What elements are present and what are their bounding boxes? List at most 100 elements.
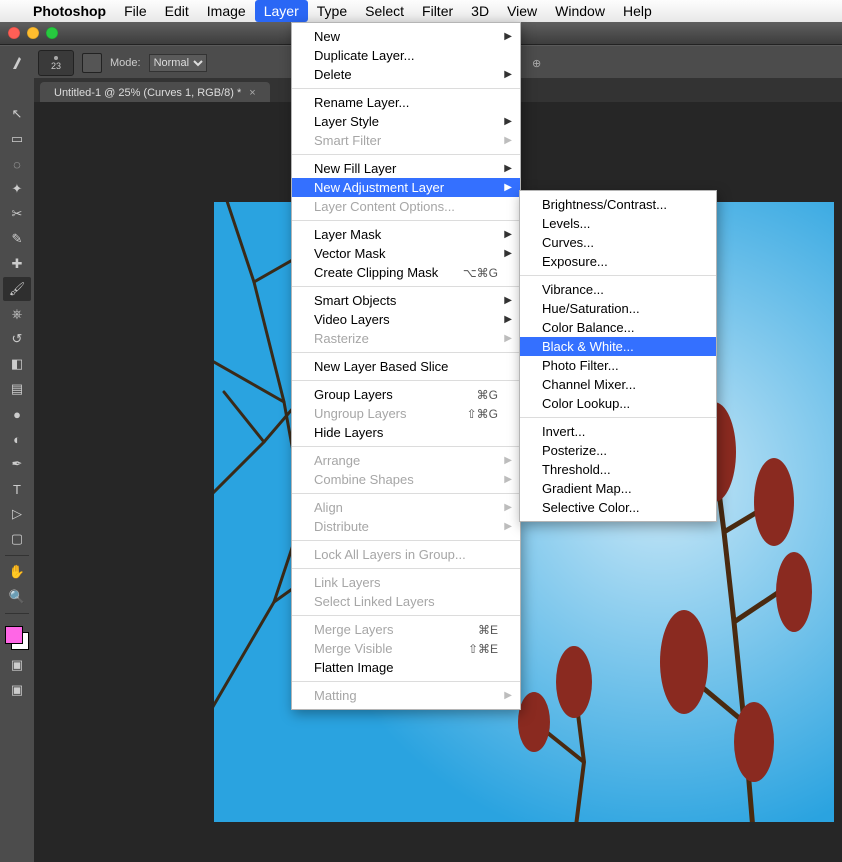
brush-size-value: 23: [51, 61, 61, 71]
submenu-arrow-icon: ▶: [504, 502, 512, 513]
healing-brush-tool[interactable]: ✚: [3, 252, 31, 276]
layer-menu-item-link-layers: Link Layers: [292, 573, 520, 592]
lasso-tool[interactable]: ◌: [3, 152, 31, 176]
brush-preset-picker[interactable]: 23: [38, 50, 74, 76]
adjustment-item-invert[interactable]: Invert...: [520, 422, 716, 441]
layer-menu-item-align: Align▶: [292, 498, 520, 517]
adjustment-item-curves[interactable]: Curves...: [520, 233, 716, 252]
layer-menu-item-new-fill-layer[interactable]: New Fill Layer▶: [292, 159, 520, 178]
layer-menu-item-lock-all-layers-in-group: Lock All Layers in Group...: [292, 545, 520, 564]
adjustment-item-channel-mixer[interactable]: Channel Mixer...: [520, 375, 716, 394]
submenu-arrow-icon: ▶: [504, 521, 512, 532]
menubar-item-help[interactable]: Help: [614, 0, 661, 22]
layer-menu-item-create-clipping-mask[interactable]: Create Clipping Mask⌥⌘G: [292, 263, 520, 282]
layer-menu-item-arrange: Arrange▶: [292, 451, 520, 470]
menubar-item-3d[interactable]: 3D: [462, 0, 498, 22]
crop-tool[interactable]: ✂: [3, 202, 31, 226]
layer-menu-item-rasterize: Rasterize▶: [292, 329, 520, 348]
menubar-item-app[interactable]: Photoshop: [24, 0, 115, 22]
layer-menu-item-group-layers[interactable]: Group Layers⌘G: [292, 385, 520, 404]
symmetry-icon[interactable]: ⊕: [526, 52, 548, 74]
blur-tool[interactable]: ●: [3, 402, 31, 426]
eyedropper-tool[interactable]: ✎: [3, 227, 31, 251]
submenu-arrow-icon: ▶: [504, 182, 512, 193]
current-tool-icon[interactable]: [8, 52, 30, 74]
adjustment-item-gradient-map[interactable]: Gradient Map...: [520, 479, 716, 498]
layer-menu-item-rename-layer[interactable]: Rename Layer...: [292, 93, 520, 112]
submenu-arrow-icon: ▶: [504, 474, 512, 485]
adjustment-item-posterize[interactable]: Posterize...: [520, 441, 716, 460]
document-tab[interactable]: Untitled-1 @ 25% (Curves 1, RGB/8) * ×: [40, 82, 270, 103]
layer-menu-item-smart-objects[interactable]: Smart Objects▶: [292, 291, 520, 310]
move-tool[interactable]: ↖: [3, 102, 31, 126]
close-icon[interactable]: ×: [249, 87, 255, 99]
menubar-item-image[interactable]: Image: [198, 0, 255, 22]
adjustment-item-levels[interactable]: Levels...: [520, 214, 716, 233]
menubar-item-window[interactable]: Window: [546, 0, 614, 22]
clone-stamp-tool[interactable]: ⎈: [3, 302, 31, 326]
foreground-color-swatch[interactable]: [5, 626, 23, 644]
adjustment-item-hue-saturation[interactable]: Hue/Saturation...: [520, 299, 716, 318]
menubar-item-edit[interactable]: Edit: [156, 0, 198, 22]
path-select-tool[interactable]: ▷: [3, 502, 31, 526]
hand-tool[interactable]: ✋: [3, 560, 31, 584]
quick-mask-toggle[interactable]: ▣: [3, 653, 31, 677]
zoom-window-button[interactable]: [46, 27, 58, 39]
submenu-arrow-icon: ▶: [504, 69, 512, 80]
color-swatches[interactable]: [3, 624, 31, 652]
window-controls: [8, 27, 58, 39]
adjustment-item-black-white[interactable]: Black & White...: [520, 337, 716, 356]
menubar-item-layer[interactable]: Layer: [255, 0, 308, 22]
adjustment-item-exposure[interactable]: Exposure...: [520, 252, 716, 271]
shape-tool[interactable]: ▢: [3, 527, 31, 551]
layer-menu-item-delete[interactable]: Delete▶: [292, 65, 520, 84]
submenu-arrow-icon: ▶: [504, 116, 512, 127]
layer-menu-item-new-layer-based-slice[interactable]: New Layer Based Slice: [292, 357, 520, 376]
screen-mode-toggle[interactable]: ▣: [3, 678, 31, 702]
submenu-arrow-icon: ▶: [504, 333, 512, 344]
submenu-arrow-icon: ▶: [504, 690, 512, 701]
minimize-window-button[interactable]: [27, 27, 39, 39]
layer-menu-item-layer-mask[interactable]: Layer Mask▶: [292, 225, 520, 244]
marquee-tool[interactable]: ▭: [3, 127, 31, 151]
layer-menu-item-smart-filter: Smart Filter▶: [292, 131, 520, 150]
layer-menu-item-flatten-image[interactable]: Flatten Image: [292, 658, 520, 677]
layer-menu-item-hide-layers[interactable]: Hide Layers: [292, 423, 520, 442]
gradient-tool[interactable]: ▤: [3, 377, 31, 401]
layer-menu-item-ungroup-layers: Ungroup Layers⇧⌘G: [292, 404, 520, 423]
submenu-arrow-icon: ▶: [504, 295, 512, 306]
brush-tool[interactable]: 🖌: [3, 277, 31, 301]
menubar-item-filter[interactable]: Filter: [413, 0, 462, 22]
adjustment-item-color-balance[interactable]: Color Balance...: [520, 318, 716, 337]
adjustment-item-vibrance[interactable]: Vibrance...: [520, 280, 716, 299]
adjustment-item-selective-color[interactable]: Selective Color...: [520, 498, 716, 517]
layer-menu-item-new[interactable]: New▶: [292, 27, 520, 46]
eraser-tool[interactable]: ◧: [3, 352, 31, 376]
adjustment-item-brightness-contrast[interactable]: Brightness/Contrast...: [520, 195, 716, 214]
adjustment-item-color-lookup[interactable]: Color Lookup...: [520, 394, 716, 413]
menubar-item-view[interactable]: View: [498, 0, 546, 22]
pen-tool[interactable]: ✒: [3, 452, 31, 476]
layer-menu-item-vector-mask[interactable]: Vector Mask▶: [292, 244, 520, 263]
layer-menu-item-merge-visible: Merge Visible⇧⌘E: [292, 639, 520, 658]
brush-panel-toggle[interactable]: [82, 53, 102, 73]
history-brush-tool[interactable]: ↺: [3, 327, 31, 351]
zoom-tool[interactable]: 🔍: [3, 585, 31, 609]
menubar-item-file[interactable]: File: [115, 0, 156, 22]
quick-select-tool[interactable]: ✦: [3, 177, 31, 201]
layer-menu-item-layer-style[interactable]: Layer Style▶: [292, 112, 520, 131]
adjustment-item-photo-filter[interactable]: Photo Filter...: [520, 356, 716, 375]
adjustment-item-threshold[interactable]: Threshold...: [520, 460, 716, 479]
layer-menu-item-new-adjustment-layer[interactable]: New Adjustment Layer▶: [292, 178, 520, 197]
layer-menu-item-duplicate-layer[interactable]: Duplicate Layer...: [292, 46, 520, 65]
type-tool[interactable]: T: [3, 477, 31, 501]
blend-mode-select[interactable]: Normal: [149, 54, 207, 72]
close-window-button[interactable]: [8, 27, 20, 39]
menubar-item-type[interactable]: Type: [308, 0, 356, 22]
layer-menu-item-video-layers[interactable]: Video Layers▶: [292, 310, 520, 329]
dodge-tool[interactable]: ◐: [3, 427, 31, 451]
layer-menu-item-combine-shapes: Combine Shapes▶: [292, 470, 520, 489]
submenu-arrow-icon: ▶: [504, 229, 512, 240]
menubar-item-select[interactable]: Select: [356, 0, 413, 22]
new-adjustment-layer-submenu: Brightness/Contrast...Levels...Curves...…: [519, 190, 717, 522]
